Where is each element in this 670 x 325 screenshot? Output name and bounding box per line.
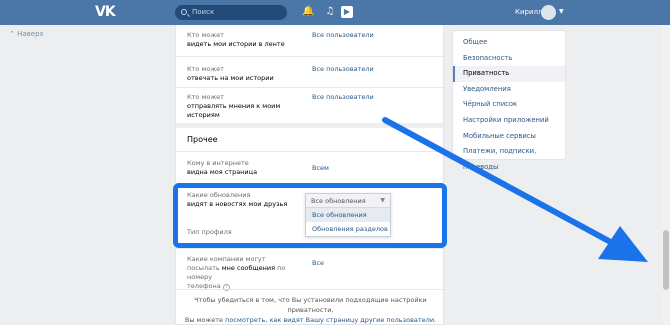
annotation-arrow bbox=[382, 117, 648, 262]
arrow-shaft bbox=[382, 117, 621, 249]
arrow-head bbox=[598, 226, 648, 262]
